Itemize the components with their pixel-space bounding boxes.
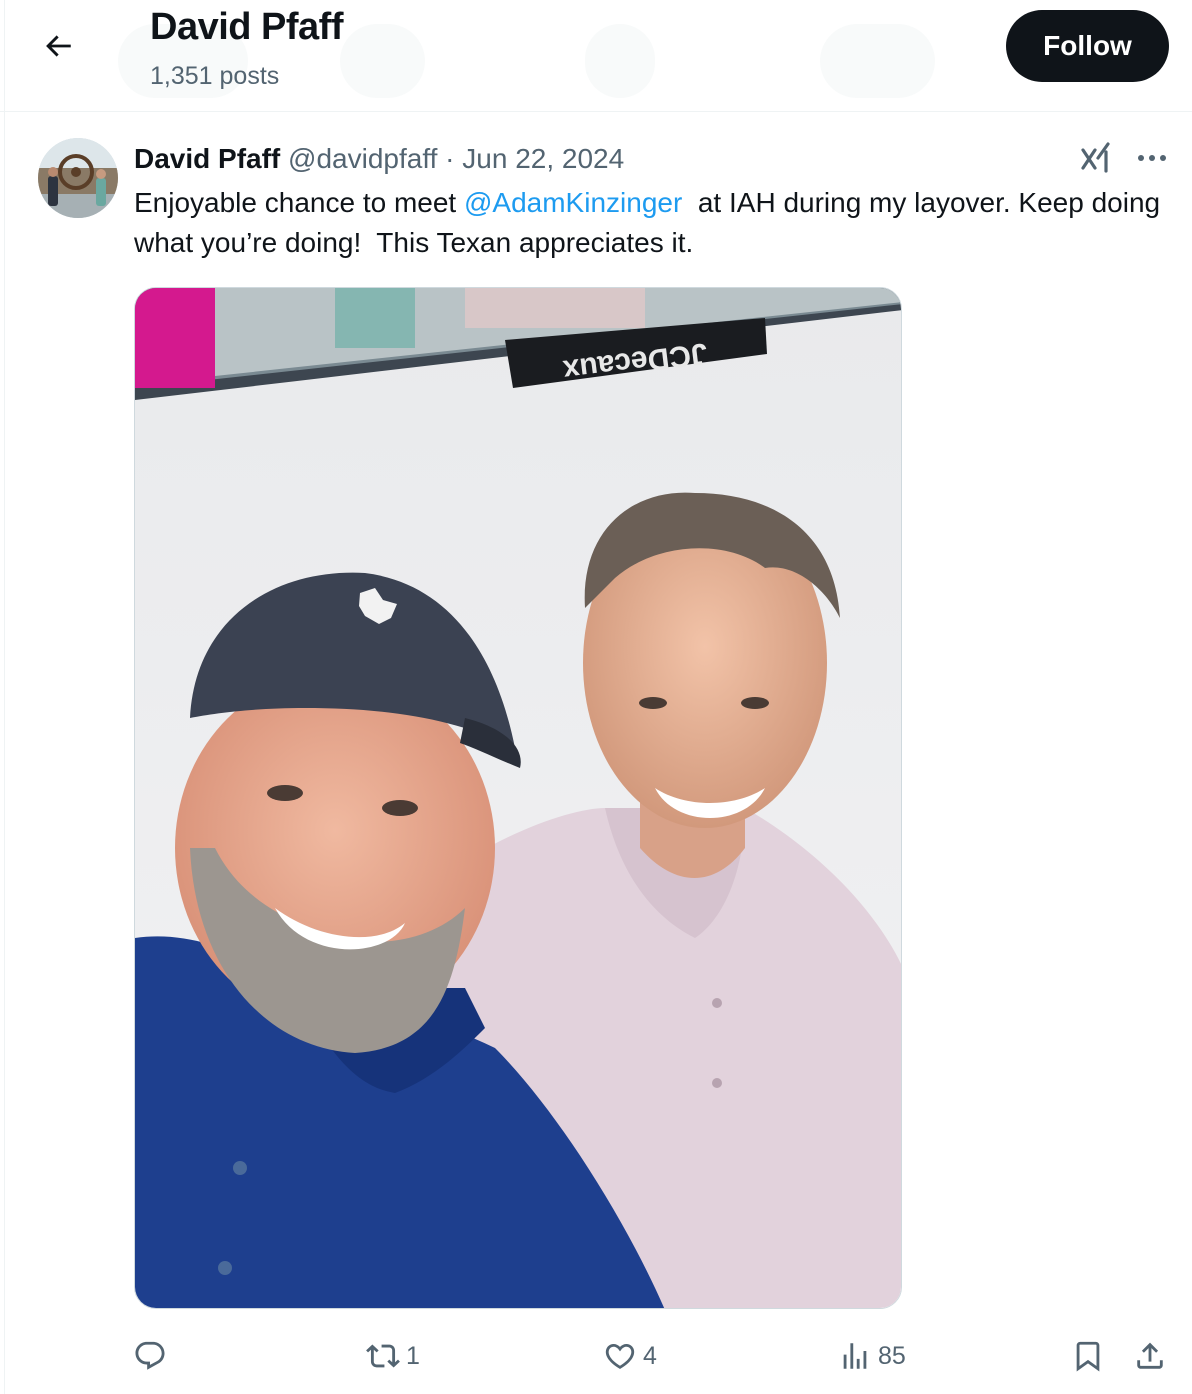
meta-separator: ·	[445, 143, 455, 174]
post-meta: David Pfaff @davidpfaff · Jun 22, 2024	[134, 141, 624, 177]
header-ghost-shape	[340, 24, 425, 98]
post-image[interactable]: JCDecaux	[134, 287, 902, 1309]
arrow-left-icon	[46, 35, 71, 57]
post-text: Enjoyable chance to meet @AdamKinzinger …	[134, 183, 1174, 263]
heart-icon	[605, 1343, 635, 1369]
repost-icon	[366, 1344, 400, 1368]
share-icon	[1137, 1342, 1163, 1369]
posts-count: 1,351 posts	[150, 62, 280, 90]
views-icon	[843, 1343, 867, 1369]
grok-icon[interactable]	[1078, 140, 1114, 176]
views-button[interactable]: 85	[838, 1334, 906, 1378]
header-ghost-shape	[820, 24, 935, 98]
back-button[interactable]	[30, 22, 86, 70]
reply-button[interactable]	[133, 1334, 173, 1378]
post-text-before: Enjoyable chance to meet	[134, 187, 464, 218]
mention-link[interactable]: @AdamKinzinger	[464, 187, 682, 218]
repost-count: 1	[406, 1341, 420, 1370]
author-name[interactable]: David Pfaff	[134, 143, 280, 174]
profile-name: David Pfaff	[150, 6, 343, 48]
views-count: 85	[878, 1341, 906, 1370]
post-date[interactable]: Jun 22, 2024	[462, 143, 624, 174]
avatar[interactable]	[38, 138, 118, 218]
bookmark-button[interactable]	[1071, 1334, 1105, 1378]
like-button[interactable]: 4	[603, 1334, 657, 1378]
follow-button[interactable]: Follow	[1006, 10, 1169, 82]
share-button[interactable]	[1133, 1334, 1167, 1378]
timeline-border	[4, 0, 5, 1394]
profile-header: David Pfaff 1,351 posts Follow	[0, 0, 1192, 112]
repost-button[interactable]: 1	[366, 1334, 420, 1378]
reply-icon	[135, 1341, 165, 1370]
header-ghost-shape	[585, 24, 655, 98]
like-count: 4	[643, 1341, 657, 1370]
author-handle[interactable]: @davidpfaff	[288, 143, 437, 174]
bookmark-icon	[1076, 1341, 1100, 1372]
more-icon[interactable]	[1134, 140, 1170, 176]
